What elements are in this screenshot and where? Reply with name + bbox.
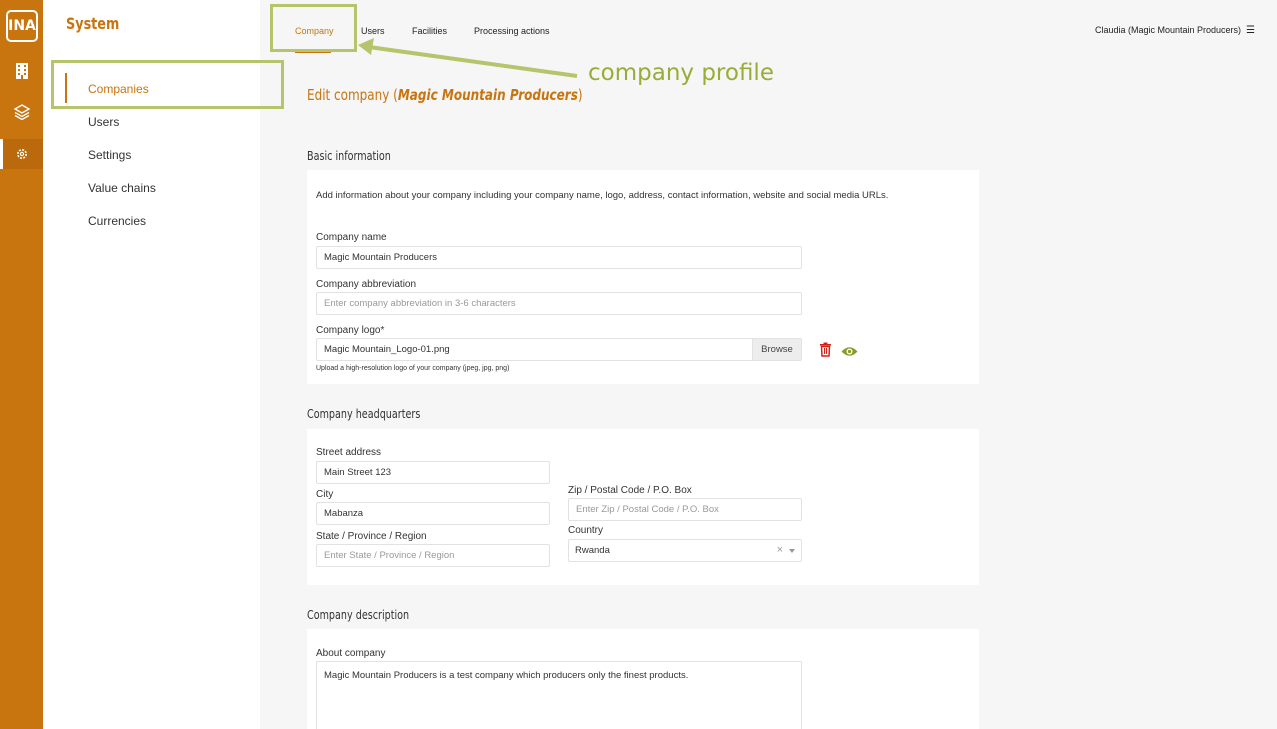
abbreviation-label: Company abbreviation: [316, 279, 417, 290]
logo-file-name: Magic Mountain_Logo-01.png: [324, 344, 450, 355]
highlight-company-tab: [270, 4, 357, 52]
user-menu[interactable]: Claudia (Magic Mountain Producers) ☰: [1095, 25, 1255, 36]
app-window: INA System Companies Users Settings Valu…: [0, 0, 1277, 729]
highlight-companies: [51, 60, 284, 109]
city-input[interactable]: Mabanza: [316, 502, 550, 525]
annotation-arrow: [358, 38, 578, 78]
zip-input[interactable]: Enter Zip / Postal Code / P.O. Box: [568, 498, 802, 521]
basic-info-card: Add information about your company inclu…: [307, 170, 979, 384]
logo-hint: Upload a high-resolution logo of your co…: [316, 365, 510, 372]
headquarters-card: Street address Main Street 123 City Maba…: [307, 429, 979, 585]
page-title-prefix: Edit company (: [307, 86, 398, 104]
section-title-basic-info: Basic information: [307, 149, 391, 163]
icon-rail: INA: [0, 0, 43, 729]
layers-icon[interactable]: [0, 97, 43, 127]
user-name: Claudia (Magic Mountain Producers): [1094, 25, 1242, 35]
tab-users[interactable]: Users: [361, 26, 385, 36]
city-label: City: [316, 489, 334, 500]
logo-label: Company logo*: [316, 325, 385, 336]
gear-icon[interactable]: [0, 139, 43, 169]
country-select[interactable]: Rwanda ×: [568, 539, 802, 562]
sidebar-item-value-chains[interactable]: Value chains: [88, 181, 156, 195]
state-input[interactable]: Enter State / Province / Region: [316, 544, 550, 567]
country-label: Country: [568, 525, 604, 536]
country-value: Rwanda: [575, 545, 610, 556]
company-name-label: Company name: [316, 232, 387, 243]
zip-label: Zip / Postal Code / P.O. Box: [568, 485, 692, 496]
street-label: Street address: [316, 447, 382, 458]
trash-icon[interactable]: [819, 342, 832, 362]
eye-icon[interactable]: [841, 344, 858, 362]
section-title-headquarters: Company headquarters: [307, 407, 421, 421]
tab-processing-actions[interactable]: Processing actions: [474, 26, 550, 36]
about-textarea[interactable]: Magic Mountain Producers is a test compa…: [316, 661, 802, 729]
company-name-input[interactable]: Magic Mountain Producers: [316, 246, 802, 269]
page-title-company: Magic Mountain Producers: [397, 86, 578, 104]
app-logo[interactable]: INA: [6, 10, 38, 42]
browse-button[interactable]: Browse: [752, 339, 801, 360]
section-title-description: Company description: [307, 608, 410, 622]
page-title: Edit company (Magic Mountain Producers): [307, 86, 583, 104]
logo-file-input[interactable]: Magic Mountain_Logo-01.png Browse: [316, 338, 802, 361]
abbreviation-input[interactable]: Enter company abbreviation in 3-6 charac…: [316, 292, 802, 315]
tab-facilities[interactable]: Facilities: [412, 26, 447, 36]
basic-info-intro: Add information about your company inclu…: [316, 190, 889, 201]
sidebar-item-currencies[interactable]: Currencies: [88, 214, 146, 228]
description-card: About company Magic Mountain Producers i…: [307, 629, 979, 729]
annotation-label: company profile: [588, 60, 774, 86]
clear-icon[interactable]: ×: [777, 544, 783, 556]
sidebar-item-users[interactable]: Users: [88, 115, 119, 129]
building-icon[interactable]: [0, 56, 43, 86]
sidebar-item-settings[interactable]: Settings: [88, 148, 131, 162]
menu-icon[interactable]: ☰: [1246, 25, 1255, 36]
sidebar-title: System: [66, 14, 120, 33]
chevron-down-icon[interactable]: [789, 549, 795, 553]
state-label: State / Province / Region: [316, 531, 427, 542]
page-title-suffix: ): [577, 86, 583, 104]
sidebar: System Companies Users Settings Value ch…: [43, 0, 260, 729]
street-input[interactable]: Main Street 123: [316, 461, 550, 484]
main-content: Company Users Facilities Processing acti…: [260, 0, 1277, 729]
about-label: About company: [316, 648, 386, 659]
